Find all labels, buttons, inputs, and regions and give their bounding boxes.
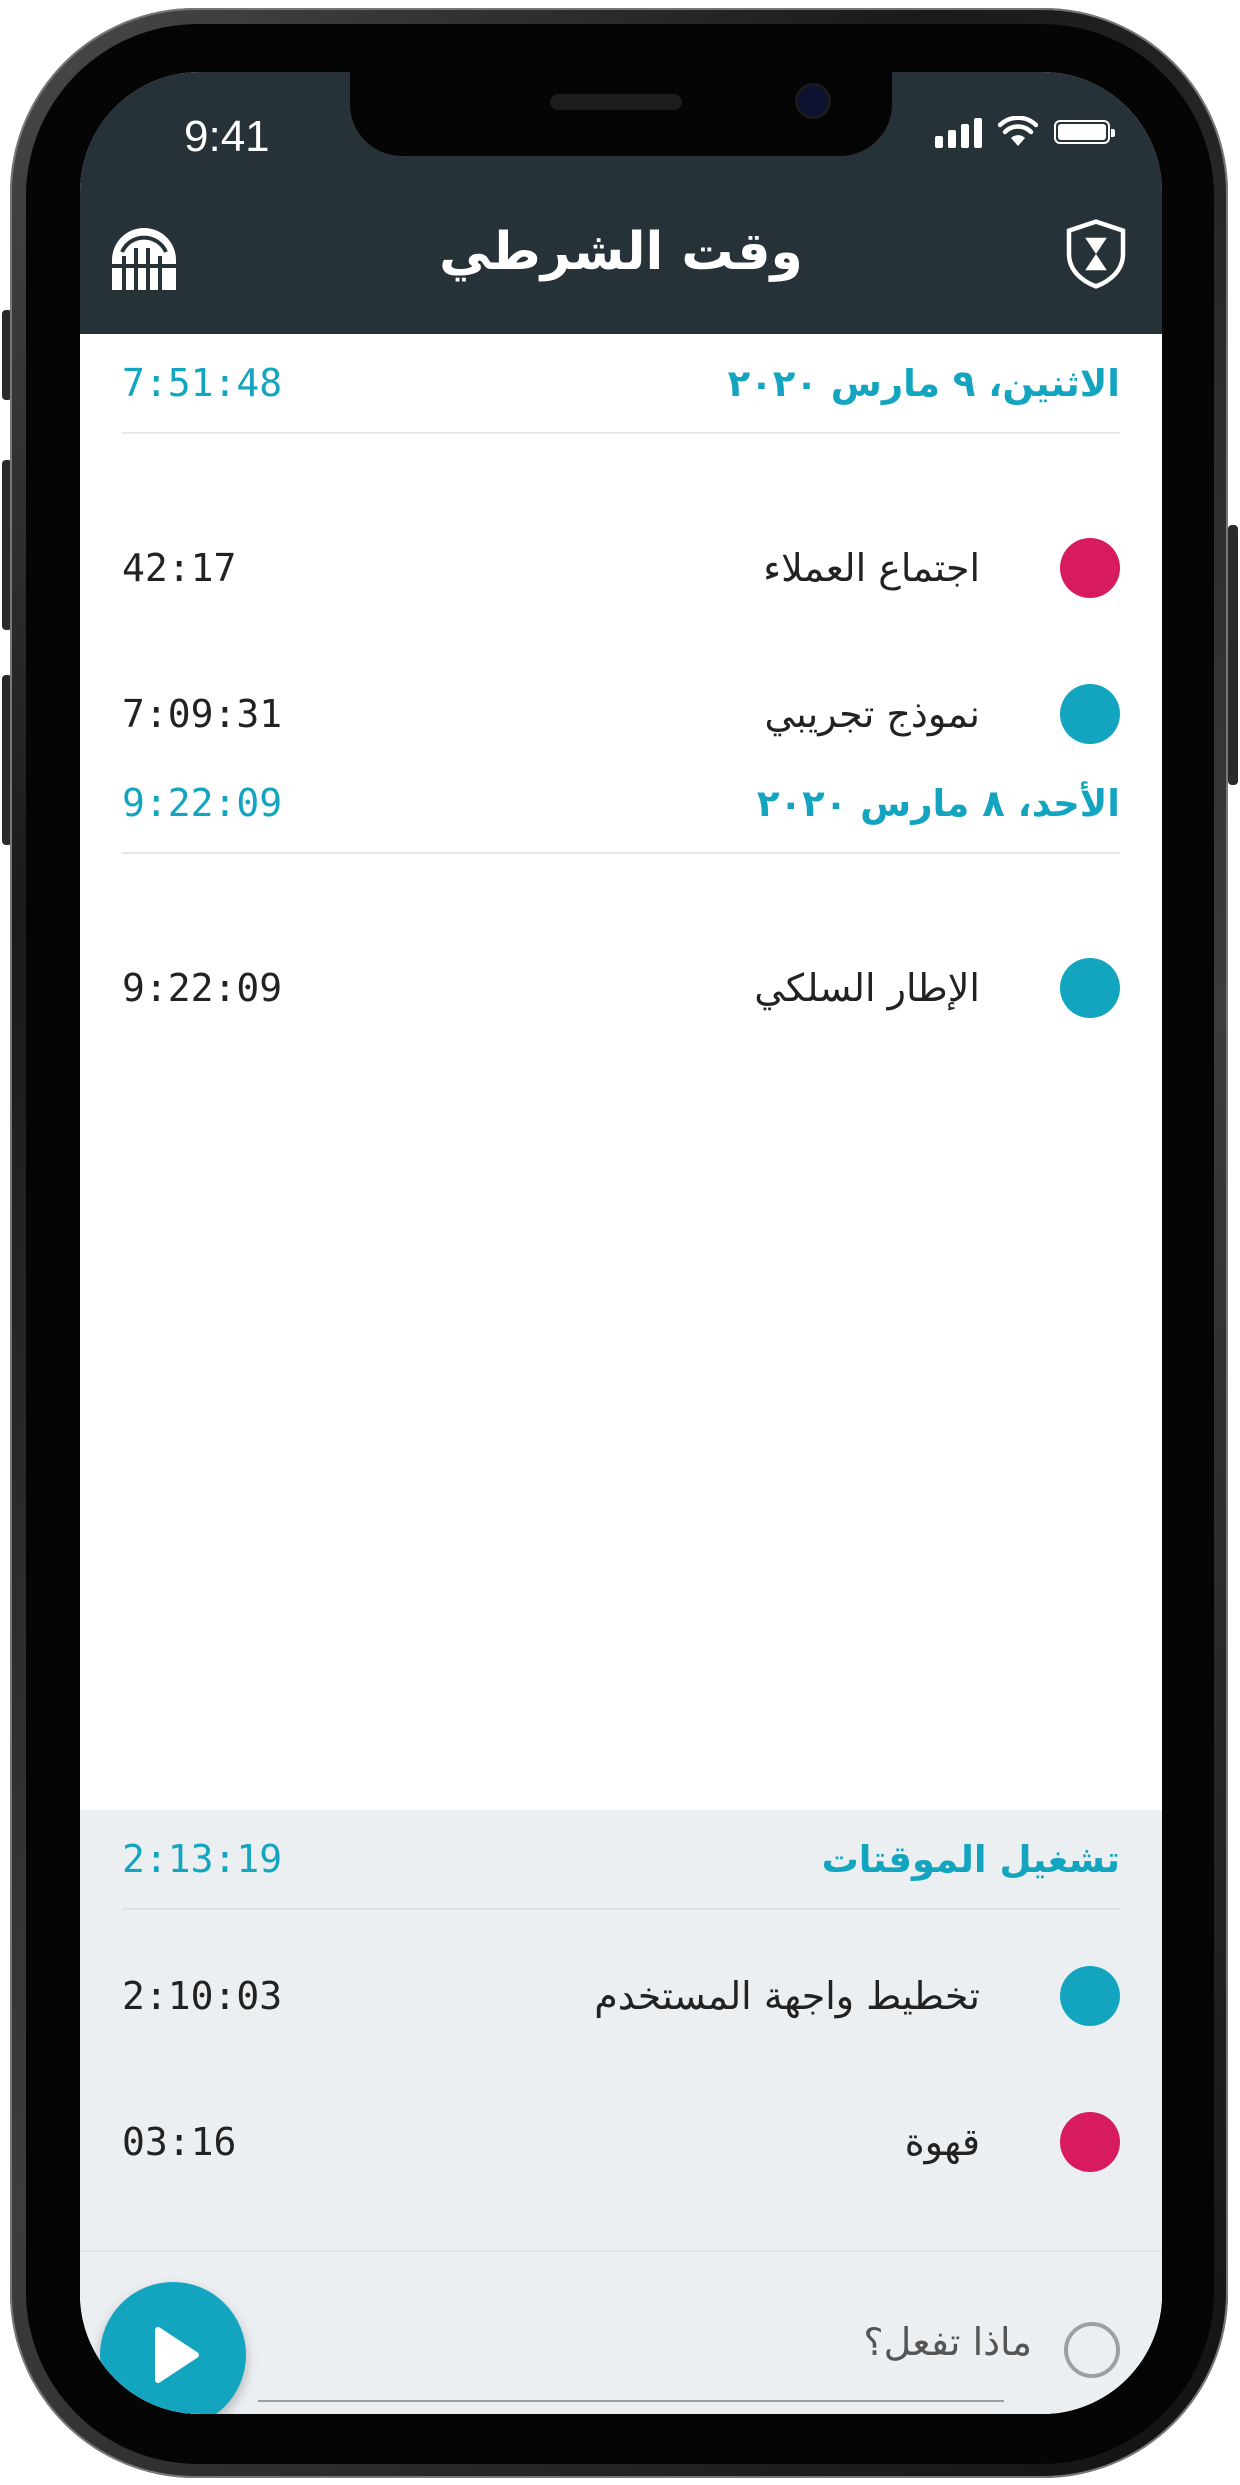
app-header: 9:41 وقت الشرطي: [80, 72, 1162, 334]
entry-duration: 42:17: [122, 546, 237, 590]
cellular-signal-icon: [935, 116, 982, 148]
day-header-sunday: 9:22:09 الأحد، ٨ مارس ٢٠٢٠: [122, 754, 1120, 854]
wifi-icon: [998, 116, 1038, 146]
time-entry[interactable]: 7:09:31 نموذج تجريبي: [122, 666, 1120, 762]
entry-duration: 2:10:03: [122, 1974, 283, 2018]
project-color-dot: [1060, 684, 1120, 744]
new-entry-bar: ماذا تفعل؟: [80, 2250, 1162, 2414]
time-entry[interactable]: 9:22:09 الإطار السلكي: [122, 940, 1120, 1036]
notch: [350, 72, 892, 156]
battery-icon: [1054, 120, 1115, 144]
front-camera: [798, 86, 828, 116]
entry-duration: 9:22:09: [122, 966, 283, 1010]
entry-duration: 03:16: [122, 2120, 237, 2164]
speaker-grille: [550, 94, 682, 110]
status-time: 9:41: [184, 112, 270, 161]
day-header-monday: 7:51:48 الاثنين، ٩ مارس ٢٠٢٠: [122, 334, 1120, 434]
page-title: وقت الشرطي: [439, 222, 803, 282]
running-entry[interactable]: 2:10:03 تخطيط واجهة المستخدم: [122, 1948, 1120, 2044]
input-underline: [258, 2400, 1004, 2402]
status-icons: [935, 116, 1115, 148]
project-select-circle[interactable]: [1064, 2322, 1120, 2378]
day-total: 9:22:09: [122, 781, 283, 825]
day-total: 7:51:48: [122, 361, 283, 405]
play-icon: [155, 2327, 199, 2383]
what-are-you-doing-input[interactable]: ماذا تفعل؟: [863, 2320, 1032, 2364]
entry-name: اجتماع العملاء: [763, 546, 980, 590]
police-badge-hourglass-icon[interactable]: [1060, 218, 1132, 290]
running-total: 2:13:19: [122, 1837, 283, 1881]
project-color-dot: [1060, 2112, 1120, 2172]
project-color-dot: [1060, 1966, 1120, 2026]
entry-name: الإطار السلكي: [754, 966, 980, 1010]
day-label: الاثنين، ٩ مارس ٢٠٢٠: [727, 361, 1120, 405]
entry-name: تخطيط واجهة المستخدم: [594, 1974, 980, 2018]
time-entry[interactable]: 42:17 اجتماع العملاء: [122, 520, 1120, 616]
running-label: تشغيل الموقتات: [821, 1837, 1120, 1881]
running-header: 2:13:19 تشغيل الموقتات: [122, 1810, 1120, 1910]
entry-duration: 7:09:31: [122, 692, 283, 736]
start-timer-button[interactable]: [100, 2282, 246, 2414]
power-button: [1228, 525, 1238, 785]
app-screen: 9:41 وقت الشرطي 7:51:48 الاثنين، ٩ مارس …: [80, 72, 1162, 2414]
project-color-dot: [1060, 538, 1120, 598]
day-label: الأحد، ٨ مارس ٢٠٢٠: [756, 781, 1120, 825]
entry-name: قهوة: [904, 2120, 980, 2164]
entry-name: نموذج تجريبي: [764, 692, 981, 736]
running-timers-panel: 2:13:19 تشغيل الموقتات 2:10:03 تخطيط واج…: [80, 1810, 1162, 2414]
project-color-dot: [1060, 958, 1120, 1018]
running-entry[interactable]: 03:16 قهوة: [122, 2094, 1120, 2190]
